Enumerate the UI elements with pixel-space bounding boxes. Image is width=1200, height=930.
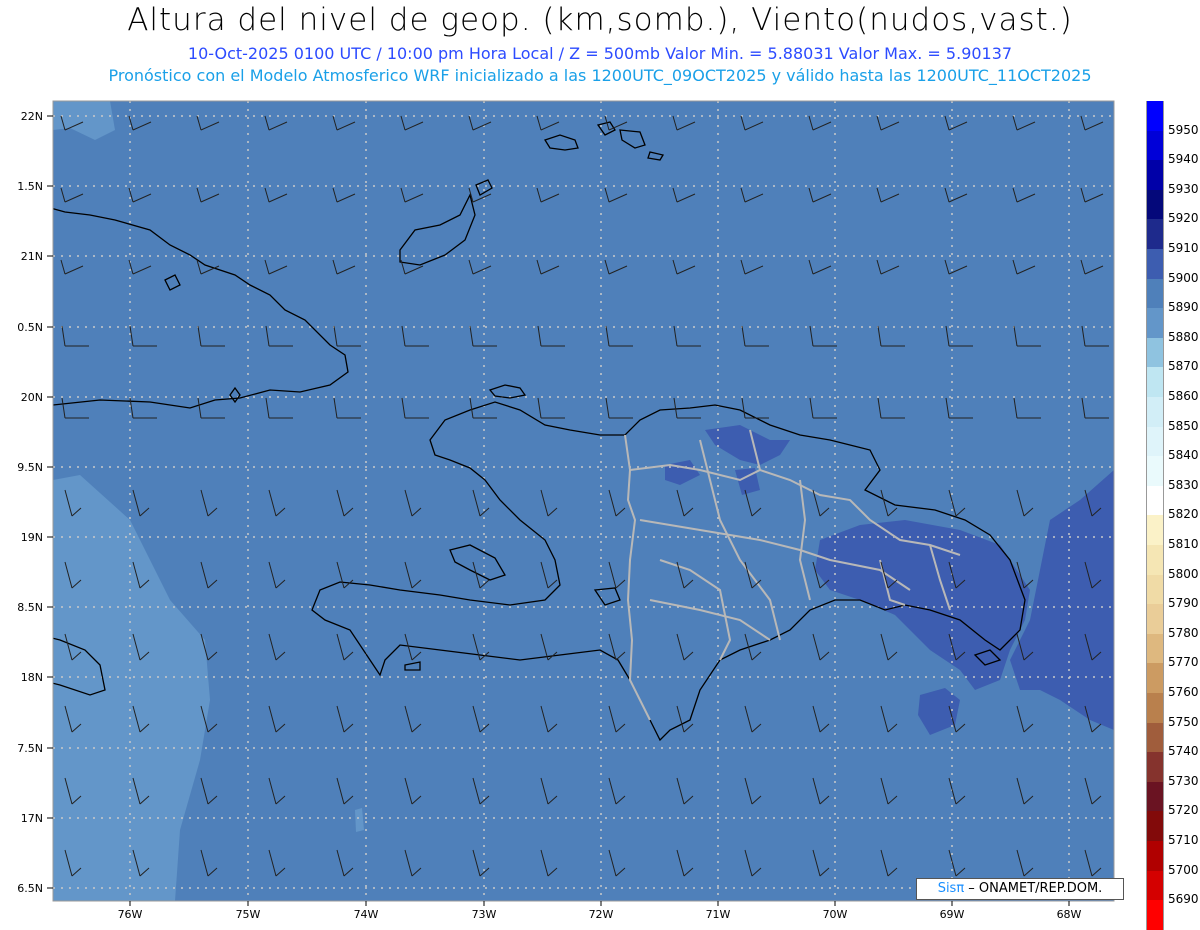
colorbar-swatch — [1146, 485, 1164, 516]
credit-box: Sisπ – ONAMET/REP.DOM. — [916, 878, 1124, 900]
colorbar-swatch — [1146, 160, 1164, 190]
colorbar-label: 5790 — [1168, 596, 1199, 611]
colorbar-label: 5900 — [1168, 270, 1199, 285]
colorbar-label: 5710 — [1168, 833, 1199, 847]
colorbar-label: 5740 — [1168, 744, 1199, 759]
colorbar-label: 5800 — [1168, 566, 1199, 581]
colorbar-swatch — [1146, 308, 1164, 338]
colorbar-label: 5750 — [1168, 714, 1199, 729]
colorbar-swatch — [1146, 841, 1164, 871]
colorbar-label: 5850 — [1168, 418, 1199, 433]
colorbar-label: 5890 — [1168, 300, 1199, 315]
colorbar-swatch — [1146, 130, 1164, 161]
colorbar-label: 5700 — [1168, 862, 1199, 877]
lat-label: 17N — [21, 812, 43, 825]
colorbar-label: 5810 — [1168, 537, 1199, 551]
colorbar-label: 5860 — [1168, 389, 1199, 403]
colorbar-label: 5880 — [1168, 329, 1199, 344]
geopotential-field — [53, 101, 1114, 901]
colorbar-swatch — [1146, 663, 1164, 693]
colorbar-swatch — [1146, 337, 1164, 368]
credit-org: – ONAMET/REP.DOM. — [964, 881, 1103, 896]
lon-label: 68W — [1057, 908, 1082, 921]
colorbar-label: 5770 — [1168, 655, 1199, 670]
colorbar-label: 5730 — [1168, 773, 1199, 788]
colorbar-swatch — [1146, 870, 1164, 901]
colorbar-label: 5840 — [1168, 448, 1199, 463]
credit-brand: Sisπ — [937, 881, 965, 896]
lon-label: 71W — [706, 908, 731, 921]
lat-label: 21N — [21, 250, 43, 263]
colorbar-label: 5910 — [1168, 241, 1199, 255]
colorbar-label: 5760 — [1168, 685, 1199, 699]
colorbar-label: 5690 — [1168, 892, 1199, 907]
lat-label: 20N — [21, 391, 43, 404]
lat-label: 9.5N — [17, 461, 43, 474]
colorbar-swatch — [1146, 101, 1164, 131]
colorbar-swatch — [1146, 900, 1164, 930]
colorbar-swatch — [1146, 426, 1164, 457]
lat-label: 8.5N — [17, 601, 43, 614]
colorbar-swatch — [1146, 367, 1164, 397]
colorbar-swatch — [1146, 249, 1164, 279]
colorbar-swatch — [1146, 811, 1164, 841]
lat-label: 22N — [21, 110, 43, 123]
lat-label: 7.5N — [17, 742, 43, 755]
colorbar-swatch — [1146, 604, 1164, 634]
colorbar-swatch — [1146, 693, 1164, 723]
colorbar-swatch — [1146, 545, 1164, 575]
lon-label: 72W — [589, 908, 614, 921]
colorbar-swatch — [1146, 574, 1164, 605]
lat-label: 0.5N — [17, 321, 43, 334]
colorbar-swatch — [1146, 397, 1164, 427]
colorbar-label: 5930 — [1168, 181, 1199, 196]
colorbar-label: 5870 — [1168, 359, 1199, 374]
lon-label: 76W — [118, 908, 143, 921]
colorbar-label: 5950 — [1168, 122, 1199, 137]
colorbar-label: 5720 — [1168, 803, 1199, 818]
weather-map: 76W 75W 74W 73W 72W 71W 70W 69W 68W 22N 1.5N 21N 0.5… — [17, 100, 1115, 921]
colorbar-label: 5820 — [1168, 507, 1199, 522]
colorbar-swatch — [1146, 781, 1164, 812]
colorbar-swatch — [1146, 456, 1164, 486]
colorbar-label: 5780 — [1168, 625, 1199, 640]
colorbar-swatch — [1146, 633, 1164, 664]
colorbar-swatch — [1146, 278, 1164, 309]
colorbar-swatch — [1146, 189, 1164, 220]
lon-label: 74W — [354, 908, 379, 921]
lon-label: 69W — [940, 908, 965, 921]
colorbar-swatch — [1146, 219, 1164, 249]
colorbar-label: 5830 — [1168, 477, 1199, 492]
lat-label: 19N — [21, 531, 43, 544]
lat-label: 1.5N — [17, 180, 43, 193]
colorbar-label: 5940 — [1168, 152, 1199, 167]
colorbar-label: 5920 — [1168, 211, 1199, 226]
colorbar-swatch — [1146, 515, 1164, 545]
lon-label: 70W — [823, 908, 848, 921]
colorbar-swatch — [1146, 752, 1164, 782]
lon-label: 75W — [236, 908, 261, 921]
lat-label: 18N — [21, 671, 43, 684]
lon-label: 73W — [472, 908, 497, 921]
lat-label: 6.5N — [17, 882, 43, 895]
colorbar-swatch — [1146, 722, 1164, 753]
